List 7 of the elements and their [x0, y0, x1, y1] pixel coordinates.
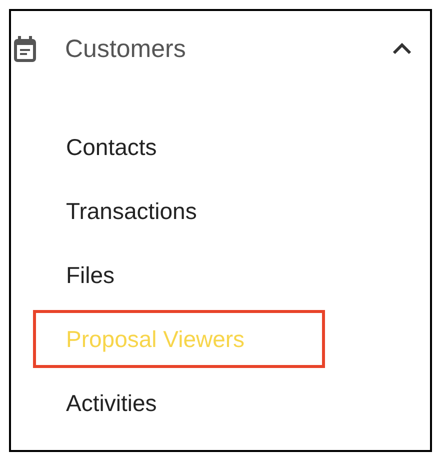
menu-item[interactable]: Transactions	[33, 182, 325, 240]
collapse-button[interactable]	[392, 42, 412, 56]
calendar-icon	[14, 36, 36, 62]
section-title: Customers	[65, 34, 187, 64]
menu-item[interactable]: Files	[33, 246, 325, 304]
menu-item[interactable]: Contacts	[33, 118, 325, 176]
menu-item[interactable]: Activities	[33, 374, 325, 432]
